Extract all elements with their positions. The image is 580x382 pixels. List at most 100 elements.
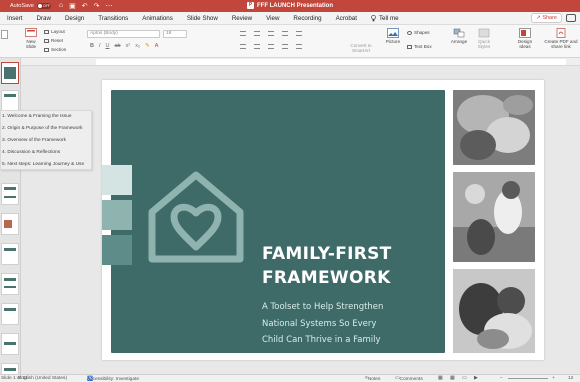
more-icon[interactable]: ⋯ [105,2,112,10]
highlight-icon[interactable]: ✎ [145,43,150,49]
comments-label: Comments [399,377,423,382]
strikethrough-icon[interactable]: ab [115,43,121,49]
photo-parent-child-image [453,172,535,262]
design-ideas-button[interactable]: Design Ideas [514,28,536,49]
slide-title[interactable]: FAMILY-FIRST FRAMEWORK [262,242,462,290]
slide-thumbnail[interactable] [1,243,19,265]
subscript-icon[interactable]: x₂ [135,43,140,49]
convert-smartart-button[interactable]: Convert to SmartArt [344,43,378,53]
justify-icon[interactable] [282,44,288,49]
create-pdf-button[interactable]: Create PDF and share link [544,28,578,49]
notes-button[interactable]: ≡ Notes [365,376,380,382]
reset-button[interactable]: Reset [44,38,63,43]
view-slideshow-icon[interactable]: ▶ [474,376,478,381]
italic-icon[interactable]: I [99,43,101,49]
slide-thumbnail[interactable] [1,213,19,235]
title-line-1: FAMILY-FIRST [262,244,392,264]
accent-block-light [102,165,132,195]
photo-embrace[interactable] [453,269,535,353]
picture-button[interactable]: Picture [383,28,403,44]
shapes-label: Shapes [414,30,430,35]
comments-icon[interactable] [566,14,576,22]
share-label: Share [542,15,557,21]
section-button[interactable]: Section [44,47,66,52]
photo-embrace-image [453,269,535,353]
slide-thumbnail[interactable] [1,273,19,295]
slide-thumbnail[interactable] [1,363,19,374]
font-color-icon[interactable]: A [155,43,159,49]
tab-transitions[interactable]: Transitions [91,15,135,22]
tab-view[interactable]: View [259,15,286,22]
slide-thumbnail[interactable] [1,183,19,205]
layout-button[interactable]: Layout [44,29,65,34]
clipboard-icon [0,30,8,39]
share-button[interactable]: ↗ Share [531,13,562,23]
font-size-field[interactable]: 18 [163,30,187,38]
slide-thumbnail[interactable] [1,90,19,112]
tab-recording[interactable]: Recording [286,15,328,22]
shapes-button[interactable]: Shapes [407,30,430,35]
tab-draw[interactable]: Draw [29,15,57,22]
zoom-in-icon[interactable]: + [552,376,555,381]
align-center-icon[interactable] [254,44,260,49]
align-left-icon[interactable] [240,44,246,49]
autosave-control[interactable]: AutoSave OFF [10,3,51,9]
language-indicator[interactable]: English (United States) [18,376,67,381]
tab-insert[interactable]: Insert [0,15,29,22]
text-columns-icon[interactable] [296,44,302,49]
slide-canvas[interactable]: FAMILY-FIRST FRAMEWORK A Toolset to Help… [102,80,544,360]
align-right-icon[interactable] [268,44,274,49]
notes-label: Notes [367,377,381,382]
font-name-field[interactable]: Aptos (Body) [87,30,160,38]
decrease-indent-icon[interactable] [268,31,274,36]
section-label: Section [51,47,67,52]
tab-acrobat[interactable]: Acrobat [329,15,364,22]
house-heart-logo [148,171,244,263]
bold-icon[interactable]: B [90,43,94,49]
view-reading-icon[interactable]: ▭ [462,376,467,381]
slide-thumbnail[interactable] [1,333,19,355]
agenda-item: 1. Welcome & Framing the Issue [2,114,72,119]
increase-indent-icon[interactable] [282,31,288,36]
comments-button[interactable]: ▭ Comments [395,376,423,382]
slide-thumbnail[interactable] [1,62,19,84]
quick-styles-button[interactable]: Quick Styles [473,28,495,49]
view-sorter-icon[interactable]: ▦ [450,376,455,381]
bullets-icon[interactable] [240,31,246,36]
autosave-toggle[interactable]: OFF [36,3,51,9]
save-icon[interactable]: ▣ [69,2,76,10]
text-box-button[interactable]: Text Box [407,44,432,49]
arrange-icon [453,28,465,38]
tell-me[interactable]: Tell me [364,14,406,22]
zoom-slider[interactable] [508,378,548,379]
view-normal-icon[interactable]: ▦ [438,376,443,381]
photo-parent-child[interactable] [453,172,535,262]
slide-thumbnail-pane[interactable] [0,58,21,374]
accent-block-mid [102,200,132,230]
tab-slide-show[interactable]: Slide Show [180,15,225,22]
reset-icon [44,38,49,43]
arrange-button[interactable]: Arrange [449,28,469,44]
superscript-icon[interactable]: x² [126,43,131,49]
accent-block-dark [102,235,132,265]
design-ideas-label: Design Ideas [517,39,533,49]
status-bar: Slide 1 of 21 English (United States) ♿ … [0,374,580,382]
slide-thumbnail[interactable] [1,303,19,325]
line-spacing-icon[interactable] [296,31,302,36]
photo-hands[interactable] [453,90,535,165]
zoom-out-icon[interactable]: − [500,376,503,381]
home-icon[interactable]: ⌂ [59,2,63,10]
document-title-text: FFF LAUNCH Presentation [256,3,333,10]
undo-icon[interactable]: ↶ [82,2,88,10]
redo-icon[interactable]: ↷ [94,2,100,10]
font-format-row: B I U ab x² x₂ ✎ A [90,43,158,49]
paste-button[interactable] [0,29,8,40]
tab-design[interactable]: Design [58,15,91,22]
new-slide-button[interactable]: New Slide [23,28,39,49]
zoom-level[interactable]: 12 [568,376,573,381]
underline-icon[interactable]: U [106,43,110,49]
tab-animations[interactable]: Animations [135,15,180,22]
ribbon-tabs: Insert Draw Design Transitions Animation… [0,12,580,25]
numbering-icon[interactable] [254,31,260,36]
tab-review[interactable]: Review [225,15,259,22]
